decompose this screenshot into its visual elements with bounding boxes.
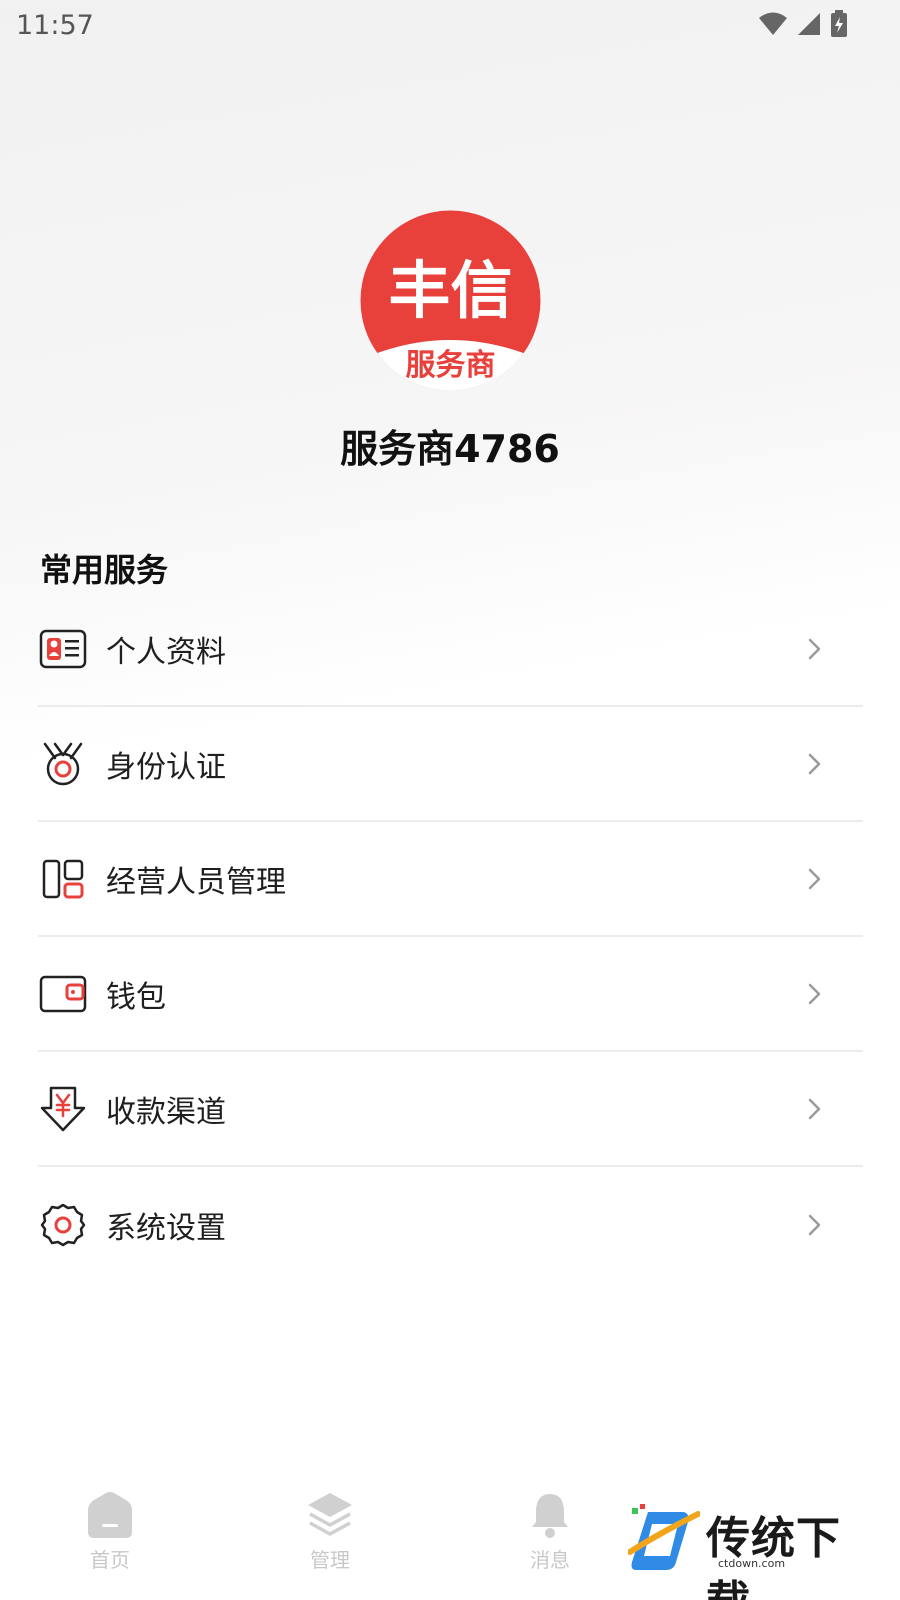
section-title: 常用服务	[40, 551, 169, 589]
battery-icon	[831, 10, 847, 37]
menu-item-label: 系统设置	[106, 1210, 226, 1246]
status-time: 11:57	[16, 10, 94, 41]
chevron-right-icon	[808, 868, 821, 889]
menu-item-staff-management[interactable]: 经营人员管理	[38, 822, 863, 937]
signal-icon	[798, 13, 820, 35]
username: 服务商4786	[340, 427, 560, 471]
tab-messages[interactable]: 消息	[490, 1490, 610, 1573]
menu-item-payment-channel[interactable]: 收款渠道	[38, 1052, 863, 1167]
menu-item-label: 经营人员管理	[106, 864, 286, 900]
menu-item-wallet[interactable]: 钱包	[38, 937, 863, 1052]
watermark-url: ctdown.com	[718, 1557, 786, 1570]
menu-item-identity[interactable]: 身份认证	[38, 707, 863, 822]
status-icons	[758, 10, 848, 38]
chevron-right-icon	[808, 638, 821, 659]
tab-home[interactable]: 首页	[50, 1490, 170, 1573]
watermark-logo-icon	[628, 1504, 700, 1570]
staff-manage-icon	[38, 854, 88, 904]
menu-item-label: 收款渠道	[106, 1094, 226, 1130]
menu-item-profile[interactable]: 个人资料	[38, 592, 863, 707]
bell-icon	[532, 1494, 568, 1538]
chevron-right-icon	[808, 1098, 821, 1119]
watermark: 传统下载 ctdown.com	[628, 1502, 878, 1600]
watermark-title: 传统下载	[706, 1513, 841, 1600]
wifi-icon	[759, 12, 787, 35]
chevron-right-icon	[808, 1214, 821, 1235]
tab-label: 管理	[310, 1548, 350, 1572]
home-icon	[88, 1492, 132, 1538]
menu-item-system-settings[interactable]: 系统设置	[38, 1167, 863, 1282]
medal-icon	[38, 739, 88, 789]
profile-card-icon	[38, 624, 88, 674]
logo-text-bottom: 服务商	[406, 348, 496, 383]
tab-label: 首页	[90, 1548, 130, 1572]
chevron-right-icon	[808, 753, 821, 774]
logo-text-top: 丰信	[388, 254, 512, 327]
payment-channel-icon	[38, 1084, 88, 1134]
wallet-icon	[38, 969, 88, 1019]
tab-manage[interactable]: 管理	[270, 1490, 390, 1573]
avatar: 丰信 服务商	[360, 210, 541, 391]
status-bar: 11:57	[0, 0, 900, 50]
menu-item-label: 身份认证	[106, 749, 226, 785]
menu-item-label: 钱包	[106, 979, 166, 1015]
layers-icon	[308, 1493, 352, 1536]
service-menu: 个人资料 身份认证 经营人员管理 钱包 收款渠道 系统设置	[38, 592, 863, 1282]
chevron-right-icon	[808, 983, 821, 1004]
settings-gear-icon	[38, 1200, 88, 1250]
menu-item-label: 个人资料	[106, 634, 226, 670]
tab-label: 消息	[530, 1548, 570, 1572]
